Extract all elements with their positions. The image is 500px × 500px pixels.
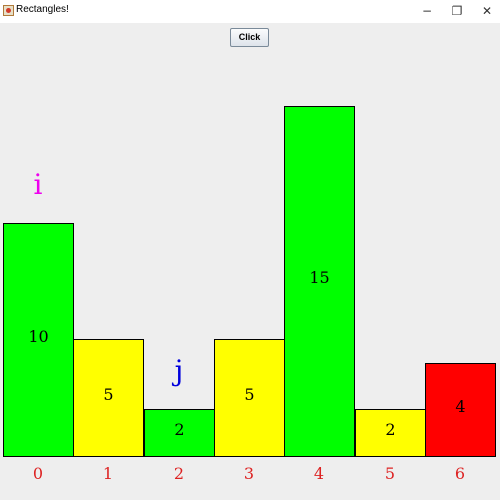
bar-5: 2 <box>355 409 426 457</box>
bar-value-label: 4 <box>455 396 466 416</box>
java-icon <box>3 5 14 16</box>
bar-value-label: 2 <box>385 419 396 439</box>
window-title: Rectangles! <box>16 4 69 15</box>
index-label: 1 <box>102 464 114 483</box>
bar-value-label: 5 <box>103 384 114 404</box>
pointer-i: i <box>33 168 43 201</box>
maximize-icon[interactable]: ❐ <box>442 0 472 23</box>
title-bar: Rectangles! − ❐ ✕ <box>0 0 500 23</box>
index-label: 3 <box>243 464 255 483</box>
bar-value-label: 5 <box>244 384 255 404</box>
bar-0: 10 <box>3 223 74 457</box>
bar-3: 5 <box>214 339 285 457</box>
minimize-icon[interactable]: − <box>412 0 442 23</box>
bar-1: 5 <box>73 339 144 457</box>
index-label: 0 <box>32 464 44 483</box>
bar-6: 4 <box>425 363 496 457</box>
bar-4: 15 <box>284 106 355 457</box>
index-label: 2 <box>173 464 185 483</box>
bar-value-label: 2 <box>174 419 185 439</box>
bar-2: 2 <box>144 409 215 457</box>
index-label: 4 <box>313 464 325 483</box>
pointer-j: j <box>174 354 184 387</box>
index-label: 5 <box>384 464 396 483</box>
bar-value-label: 10 <box>28 326 49 346</box>
click-button[interactable]: Click <box>230 28 269 47</box>
index-label: 6 <box>454 464 466 483</box>
close-icon[interactable]: ✕ <box>472 0 500 23</box>
bar-value-label: 15 <box>309 268 330 287</box>
